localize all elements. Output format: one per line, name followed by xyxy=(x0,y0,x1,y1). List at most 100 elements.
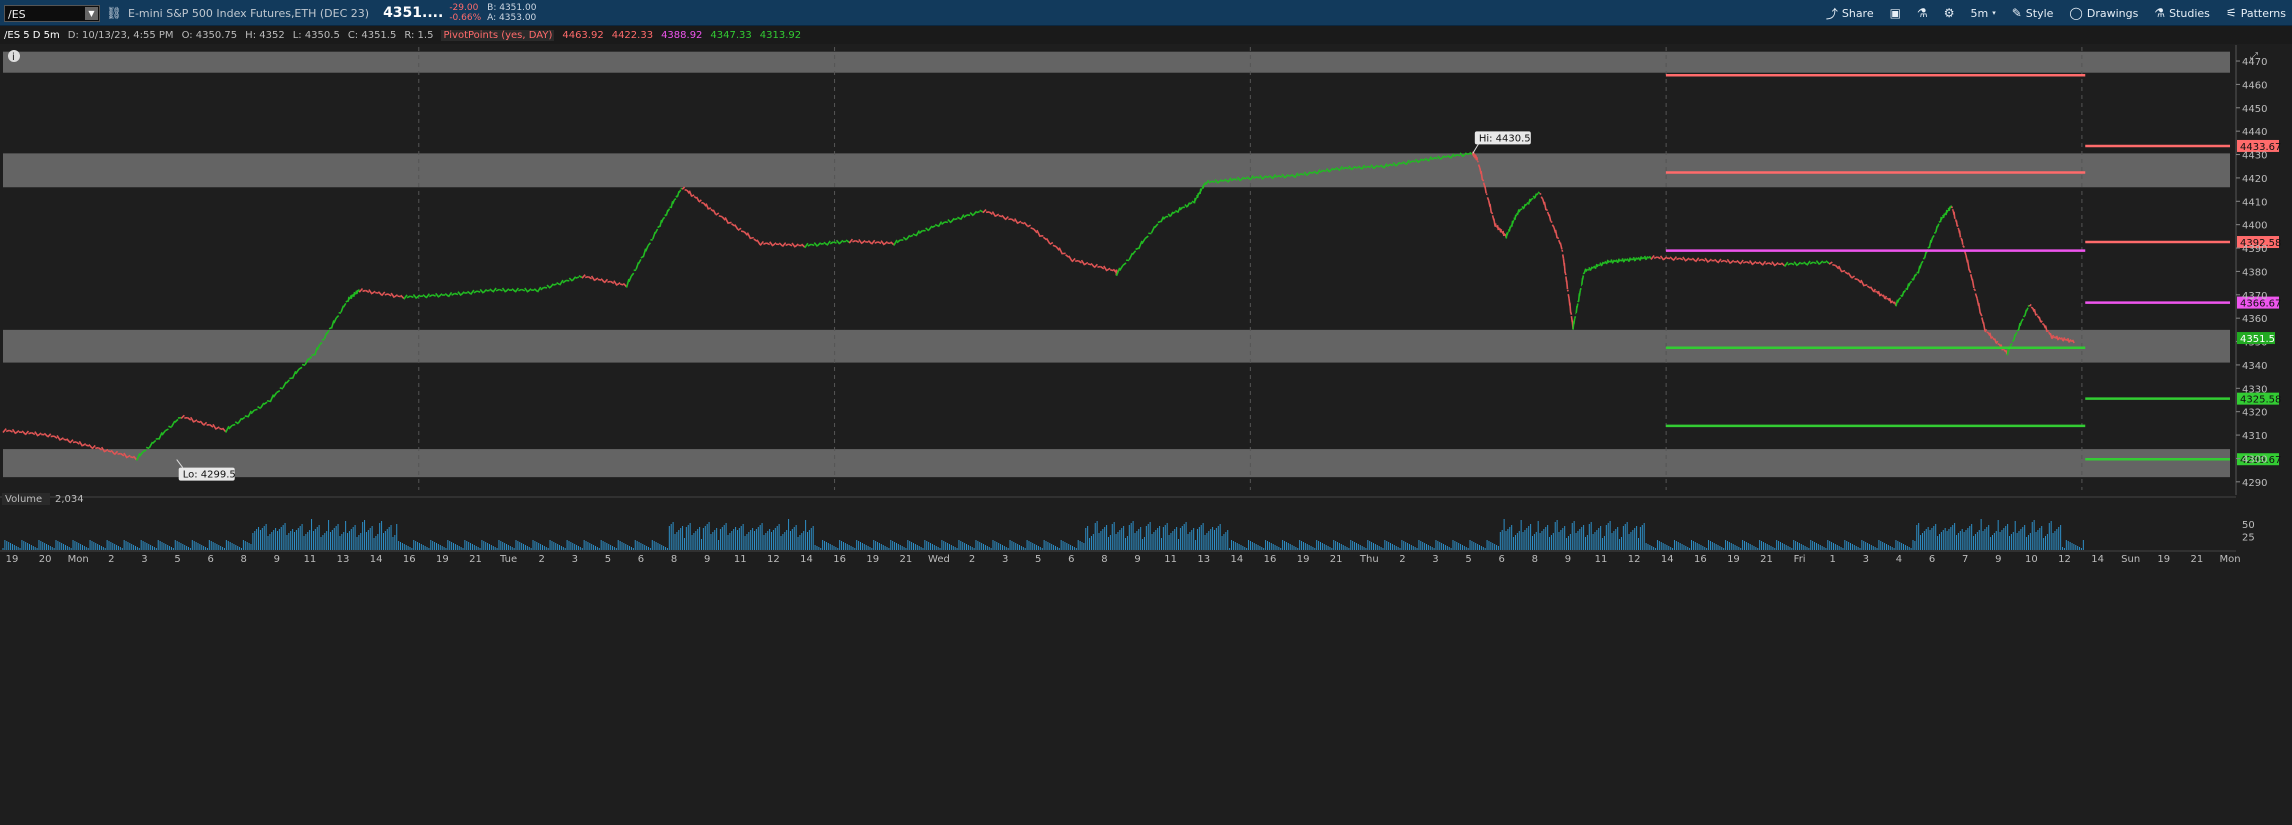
time-tick-label: 9 xyxy=(1134,554,1140,565)
bar-low: L: 4350.5 xyxy=(292,29,340,41)
price-bar xyxy=(1990,336,1994,339)
time-tick-label: 5 xyxy=(605,554,611,565)
time-tick-label: 14 xyxy=(800,554,813,565)
y-tick-label: 4320 xyxy=(2242,408,2267,419)
price-bar xyxy=(1300,173,1305,176)
time-tick-label: 6 xyxy=(1499,554,1505,565)
price-bar xyxy=(1524,203,1528,207)
time-tick-label: 4 xyxy=(1896,554,1902,565)
study-value: 4463.92 xyxy=(562,29,604,41)
time-tick-label: Tue xyxy=(499,554,517,565)
time-tick-label: 6 xyxy=(207,554,213,565)
time-tick-label: 16 xyxy=(1264,554,1277,565)
expand-icon: ⤢ xyxy=(2250,51,2258,62)
price-bar xyxy=(553,283,557,286)
price-bar xyxy=(397,295,401,298)
annotation-text: Lo: 4299.5 xyxy=(183,470,236,481)
price-bar xyxy=(1087,263,1092,266)
time-tick-label: 2 xyxy=(108,554,114,565)
price-bar xyxy=(1412,160,1416,163)
price-bar xyxy=(1953,211,1956,219)
price-bar xyxy=(1399,162,1403,165)
net-change: -29.00 xyxy=(449,3,479,13)
price-bar xyxy=(50,435,55,438)
toolbar-left: /ES ▼ ⛓ E-mini S&P 500 Index Futures,ETH… xyxy=(4,3,536,23)
chevron-down-icon[interactable]: ▼ xyxy=(85,6,98,20)
price-bar xyxy=(1961,239,1964,245)
price-bar xyxy=(1576,303,1579,308)
share-label: Share xyxy=(1841,6,1874,20)
price-bar xyxy=(1535,192,1539,196)
y-tick-label: 4360 xyxy=(2242,314,2267,325)
toolbar-right: ⤴ Share ▣ ⚗ ⚙ 5m ▾ ✎ Style ◯ Drawings ⚗ Studi… xyxy=(1826,3,2286,23)
volume-pane: Volume 2,034 25 50 xyxy=(0,493,2255,552)
time-tick-label: 19 xyxy=(1297,554,1310,565)
screenshot-button[interactable]: ▣ xyxy=(1890,6,1901,20)
price-bar xyxy=(1567,294,1570,299)
price-axis[interactable]: 4290430043104320433043404350436043704380… xyxy=(2236,57,2275,489)
timeframe-button[interactable]: 5m ▾ xyxy=(1970,7,1995,20)
link-icon[interactable]: ⛓ xyxy=(106,5,122,21)
price-bar xyxy=(1494,223,1497,227)
change-block: -29.00 -0.66% xyxy=(449,3,481,23)
toolbar: /ES ▼ ⛓ E-mini S&P 500 Index Futures,ETH… xyxy=(0,0,2292,26)
time-tick-label: 1 xyxy=(1830,554,1836,565)
chart-area[interactable]: 4433.674392.584366.674325.584299.67 4290… xyxy=(0,45,2292,825)
price-bar xyxy=(1909,280,1913,284)
price-zone xyxy=(3,51,2230,73)
time-tick-label: 21 xyxy=(899,554,912,565)
bid-price: B: 4351.00 xyxy=(487,3,537,13)
price-bar xyxy=(1587,268,1590,271)
time-tick-label: 3 xyxy=(141,554,147,565)
price-bar xyxy=(1832,263,1836,267)
price-bar xyxy=(1591,266,1595,269)
ellipse-icon: ◯ xyxy=(2069,6,2083,20)
time-tick-label: 8 xyxy=(241,554,247,565)
price-bar xyxy=(1620,259,1623,262)
flask-button[interactable]: ⚗ xyxy=(1917,6,1928,20)
price-bar xyxy=(1537,191,1541,194)
settings-button[interactable]: ⚙ xyxy=(1944,6,1955,20)
bar-open: O: 4350.75 xyxy=(181,29,238,41)
price-bar xyxy=(1203,183,1206,186)
time-tick-label: 8 xyxy=(1101,554,1107,565)
time-axis[interactable]: 19 20 Mon 2 3 5 6 8 9 11 13 14 16 19 21 Tue 2 3 5 6 8 9 11 12 14… xyxy=(0,550,2241,565)
style-label: Style xyxy=(2025,6,2054,20)
price-bar xyxy=(1579,287,1582,291)
price-bar xyxy=(1052,244,1057,248)
price-bar xyxy=(1233,178,1238,181)
symbol-input[interactable]: /ES ▼ xyxy=(4,4,100,22)
price-bar xyxy=(1194,197,1197,201)
percent-change: -0.66% xyxy=(449,13,482,23)
share-button[interactable]: ⤴ Share xyxy=(1826,5,1874,22)
price-bar xyxy=(384,293,389,296)
time-tick-label: Mon xyxy=(68,554,89,565)
patterns-label: Patterns xyxy=(2240,6,2286,20)
price-bar xyxy=(718,215,723,218)
bar-range: R: 1.5 xyxy=(404,29,434,41)
share-icon: ⤴ xyxy=(1825,6,1838,21)
study-value: 4313.92 xyxy=(759,29,802,41)
timeframe-label: 5m xyxy=(1970,6,1989,20)
price-bar xyxy=(1509,225,1512,229)
time-tick-label: 10 xyxy=(2025,554,2038,565)
study-name[interactable]: PivotPoints (yes, DAY) xyxy=(441,29,555,41)
studies-button[interactable]: ⚗ Studies xyxy=(2154,6,2210,20)
price-bar xyxy=(2011,339,2014,343)
price-bar xyxy=(375,291,379,294)
price-bar xyxy=(117,452,121,455)
price-bar xyxy=(301,363,306,367)
price-bar xyxy=(976,210,980,214)
price-bar xyxy=(1515,214,1518,217)
drawings-button[interactable]: ◯ Drawings xyxy=(2069,6,2138,20)
price-bar xyxy=(1898,297,1902,300)
time-tick-label: 3 xyxy=(1432,554,1438,565)
price-bar xyxy=(1565,280,1569,290)
price-zone xyxy=(3,449,2230,478)
chart-title: /ES 5 D 5m xyxy=(4,29,60,41)
camera-icon: ▣ xyxy=(1889,6,1901,20)
price-bar xyxy=(1957,227,1960,230)
patterns-button[interactable]: ⚟ Patterns xyxy=(2226,6,2286,20)
price-bar xyxy=(1956,224,1959,228)
style-button[interactable]: ✎ Style xyxy=(2012,6,2054,20)
